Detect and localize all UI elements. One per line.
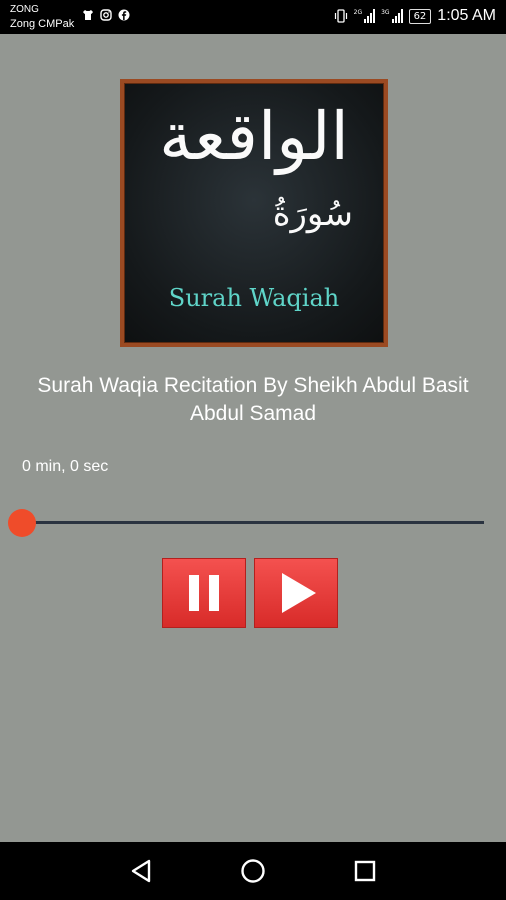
cover-title: Surah Waqiah: [168, 284, 340, 312]
pause-button[interactable]: [162, 558, 246, 628]
home-icon: [241, 859, 265, 883]
cover-arabic-subtitle: سُورَةُ: [272, 194, 353, 234]
status-clock: 1:05 AM: [437, 7, 496, 24]
recent-apps-button[interactable]: [350, 856, 380, 886]
back-button[interactable]: [126, 856, 156, 886]
home-button[interactable]: [238, 856, 268, 886]
seek-bar[interactable]: [8, 508, 484, 538]
play-button[interactable]: [254, 558, 338, 628]
cover-arabic-title: الواقعة: [159, 98, 349, 175]
status-bar: ZONG Zong CMPak 2G 3G 62 1:05 AM: [0, 0, 506, 34]
pause-icon: [189, 575, 219, 611]
facebook-icon: [118, 9, 130, 21]
cover-artwork: الواقعة سُورَةُ Surah Waqiah: [124, 83, 384, 343]
shirt-icon: [83, 10, 93, 20]
instagram-icon: [100, 9, 112, 21]
battery-icon: 62: [408, 8, 432, 24]
carrier-operator: Zong CMPak: [10, 18, 75, 30]
track-title: Surah Waqia Recitation By Sheikh Abdul B…: [37, 374, 469, 425]
elapsed-time: 0 min, 0 sec: [22, 458, 109, 475]
seek-track: [22, 521, 484, 524]
album-cover: الواقعة سُورَةُ Surah Waqiah: [120, 79, 388, 347]
signal-icon: 2G: [354, 9, 376, 23]
notification-icons: [82, 9, 130, 21]
recent-apps-icon: [354, 860, 376, 882]
back-icon: [131, 859, 151, 883]
play-icon: [282, 573, 316, 613]
signal-icon-2: 3G: [381, 9, 403, 23]
navigation-bar: [0, 842, 506, 900]
seek-thumb[interactable]: [8, 509, 36, 537]
system-icons: 2G 3G 62 1:05 AM: [334, 7, 496, 25]
carrier-name: ZONG: [10, 4, 39, 15]
vibrate-icon: [334, 9, 347, 23]
